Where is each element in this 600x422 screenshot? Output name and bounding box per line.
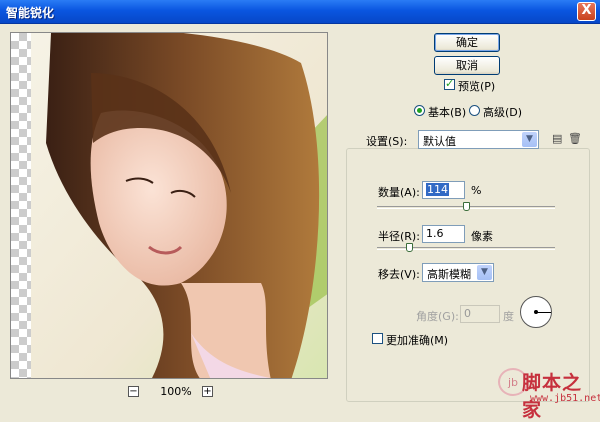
close-icon: X (581, 3, 592, 18)
basic-radio[interactable] (414, 105, 425, 116)
advanced-radio[interactable] (469, 105, 480, 116)
amount-unit: % (471, 184, 482, 197)
site-watermark: jb 脚本之家 www.jb51.net (498, 368, 600, 421)
save-settings-icon[interactable]: ▤ (552, 132, 562, 145)
amount-input[interactable]: 114 (422, 181, 465, 199)
more-accurate-checkbox[interactable] (372, 333, 383, 344)
dialog-client: − 100% + 确定 取消 预览(P) 基本(B) 高级(D) 设置(S): … (0, 24, 600, 421)
angle-input: 0 (460, 305, 500, 323)
remove-value: 高斯模糊 (427, 268, 471, 281)
radius-slider-handle[interactable] (406, 243, 414, 252)
chevron-down-icon: ▼ (477, 265, 492, 280)
radius-slider-track[interactable] (377, 247, 555, 250)
angle-dial (520, 296, 552, 328)
preview-checkbox[interactable] (444, 77, 455, 90)
preview-photo (31, 33, 327, 378)
remove-select[interactable]: 高斯模糊 ▼ (422, 263, 494, 282)
angle-unit: 度 (503, 310, 514, 323)
settings-value: 默认值 (423, 135, 456, 148)
radius-label: 半径(R): (378, 230, 420, 243)
basic-radio-label[interactable]: 基本(B) (428, 104, 466, 120)
preview-checkbox-label[interactable]: 预览(P) (458, 78, 495, 94)
dial-needle (536, 312, 551, 313)
advanced-radio-label[interactable]: 高级(D) (483, 104, 522, 120)
window-title: 智能锐化 (6, 6, 55, 20)
chevron-down-icon: ▼ (522, 132, 537, 147)
watermark-url: www.jb51.net (530, 393, 600, 404)
angle-value: 0 (464, 307, 471, 320)
angle-label: 角度(G): (416, 310, 459, 323)
amount-slider-handle[interactable] (463, 202, 470, 211)
minus-icon: − (129, 386, 138, 397)
plus-icon: + (203, 386, 212, 397)
close-button[interactable]: X (577, 2, 596, 21)
preview-area[interactable] (10, 32, 328, 379)
amount-value: 114 (426, 183, 449, 196)
settings-select[interactable]: 默认值 ▼ (418, 130, 539, 149)
settings-label: 设置(S): (366, 135, 408, 148)
zoom-out-button[interactable]: − (128, 386, 139, 397)
dial-center (534, 310, 538, 314)
zoom-level: 100% (160, 385, 192, 398)
remove-label: 移去(V): (378, 268, 420, 281)
zoom-in-button[interactable]: + (202, 386, 213, 397)
amount-label: 数量(A): (378, 186, 420, 199)
radius-unit: 像素 (471, 230, 493, 243)
delete-settings-icon[interactable]: 🗑 (568, 132, 582, 145)
title-bar[interactable]: 智能锐化 X (0, 0, 600, 24)
cancel-button[interactable]: 取消 (434, 56, 500, 75)
more-accurate-label[interactable]: 更加准确(M) (386, 332, 448, 348)
ok-button[interactable]: 确定 (434, 33, 500, 52)
radius-value: 1.6 (426, 227, 444, 240)
radius-input[interactable]: 1.6 (422, 225, 465, 243)
